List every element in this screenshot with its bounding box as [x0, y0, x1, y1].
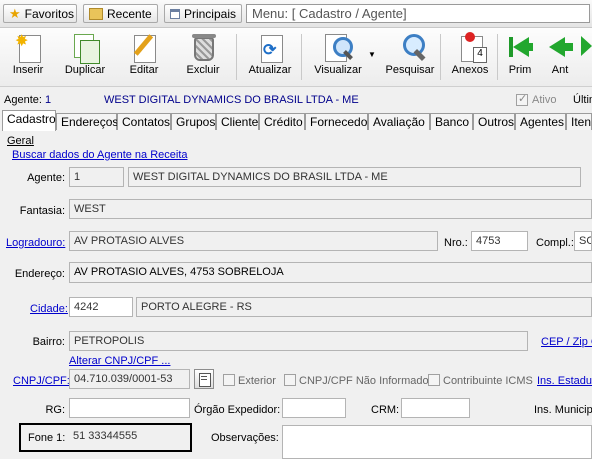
cnpj-nao-informado-label: CNPJ/CPF Não Informado [299, 375, 429, 387]
bairro-field[interactable]: PETROPOLIS [69, 331, 528, 351]
duplicar-button[interactable]: Duplicar [58, 31, 112, 83]
recente-button[interactable]: Recente [83, 4, 158, 23]
ativo-checkbox[interactable]: ✓ [516, 93, 528, 106]
tab-grupos[interactable]: Grupos [171, 113, 216, 130]
observacoes-label: Observações: [211, 432, 279, 444]
buscar-receita-link[interactable]: Buscar dados do Agente na Receita [12, 149, 188, 161]
endereco-field[interactable]: AV PROTASIO ALVES, 4753 SOBRELOJA [69, 262, 592, 283]
menu-path-field[interactable]: Menu: [ Cadastro / Agente] [246, 4, 590, 23]
attachment-pin-icon: 4 [453, 31, 487, 63]
contribuinte-icms-label: Contribuinte ICMS [443, 375, 533, 387]
visualizar-button[interactable]: Visualizar [309, 31, 367, 83]
edit-icon [127, 31, 161, 63]
favoritos-button[interactable]: ★ Favoritos [3, 4, 77, 23]
orgao-expedidor-label: Órgão Expedidor: [194, 404, 281, 416]
ins-municipal-label: Ins. Municipa [534, 404, 592, 416]
new-document-icon: ✸ [11, 31, 45, 63]
tab-agentes[interactable]: Agentes [515, 113, 566, 130]
agent-header-name: WEST DIGITAL DYNAMICS DO BRASIL LTDA - M… [104, 94, 359, 106]
geral-section-title: Geral [7, 135, 34, 147]
window-icon [170, 8, 180, 19]
tab-enderecos[interactable]: Endereços [56, 113, 118, 130]
fone1-label: Fone 1: [28, 432, 66, 444]
next-record-icon[interactable] [581, 36, 592, 58]
cnpj-lookup-button[interactable] [194, 369, 214, 389]
anexos-count-badge: 4 [473, 47, 487, 63]
magnifier-document-icon [321, 31, 355, 63]
observacoes-field[interactable] [282, 425, 592, 459]
tab-cadastro[interactable]: Cadastro [2, 110, 56, 131]
compl-field[interactable]: SO [574, 231, 592, 251]
tab-contatos[interactable]: Contatos [117, 113, 171, 130]
tab-banco[interactable]: Banco [430, 113, 473, 130]
agente-code-field[interactable]: 1 [69, 167, 124, 187]
nro-field[interactable]: 4753 [471, 231, 528, 251]
orgao-expedidor-field[interactable] [282, 398, 346, 418]
fantasia-field[interactable]: WEST [69, 199, 592, 219]
compl-label: Compl.: [536, 237, 574, 249]
crm-label: CRM: [371, 404, 400, 416]
agente-name-field[interactable]: WEST DIGITAL DYNAMICS DO BRASIL LTDA - M… [128, 167, 581, 187]
toolbar-separator [497, 34, 498, 80]
cep-link[interactable]: CEP / Zip C [541, 336, 592, 348]
visualizar-dropdown-arrow-icon[interactable]: ▼ [368, 50, 376, 59]
recent-folder-icon [89, 7, 103, 20]
rg-field[interactable] [69, 398, 190, 418]
tab-cliente[interactable]: Cliente [216, 113, 259, 130]
ins-estadual-link[interactable]: Ins. Estadu [537, 375, 592, 387]
tab-outros[interactable]: Outros [473, 113, 515, 130]
search-icon [393, 31, 427, 63]
endereco-label: Endereço: [14, 268, 65, 280]
tab-fornecedor[interactable]: Fornecedor [305, 113, 371, 130]
tab-itens[interactable]: Itens [566, 113, 592, 130]
nro-label: Nro.: [444, 237, 468, 249]
toolbar-separator [440, 34, 441, 80]
previous-record-icon [543, 31, 577, 63]
principais-button[interactable]: Principais [164, 4, 242, 23]
pesquisar-button[interactable]: Pesquisar [384, 31, 436, 83]
ant-button[interactable]: Ant [540, 31, 580, 83]
first-record-icon [503, 31, 537, 63]
fone1-field[interactable]: 51 33344555 [69, 427, 188, 447]
inserir-button[interactable]: ✸ Inserir [1, 31, 55, 83]
prim-button[interactable]: Prim [500, 31, 540, 83]
cnpj-link[interactable]: CNPJ/CPF: [13, 375, 70, 387]
ultim-label: Últim [573, 94, 592, 106]
bairro-label: Bairro: [32, 336, 65, 348]
refresh-icon: ⟳ [253, 31, 287, 63]
star-icon: ★ [9, 5, 21, 21]
rg-label: RG: [45, 404, 65, 416]
anexos-button[interactable]: 4 Anexos [444, 31, 496, 83]
tab-credito[interactable]: Crédito [259, 113, 305, 130]
crm-field[interactable] [401, 398, 470, 418]
duplicate-icon [68, 31, 102, 64]
toolbar-separator [301, 34, 302, 80]
ativo-label: Ativo [532, 94, 557, 106]
cnpj-field[interactable]: 04.710.039/0001-53 [69, 369, 190, 389]
logradouro-field[interactable]: AV PROTASIO ALVES [69, 231, 438, 251]
logradouro-link[interactable]: Logradouro: [6, 237, 65, 249]
fantasia-label: Fantasia: [19, 205, 65, 217]
trash-icon [186, 31, 220, 63]
excluir-button[interactable]: Excluir [176, 31, 230, 83]
cnpj-nao-informado-checkbox[interactable] [284, 374, 296, 386]
cidade-code-field[interactable]: 4242 [69, 297, 133, 317]
cidade-name-field[interactable]: PORTO ALEGRE - RS [136, 297, 592, 317]
toolbar-separator [236, 34, 237, 80]
alterar-cnpj-link[interactable]: Alterar CNPJ/CPF ... [69, 355, 170, 367]
exterior-label: Exterior [238, 375, 276, 387]
cidade-link[interactable]: Cidade: [30, 303, 68, 315]
agent-header-id: 1 [45, 94, 52, 106]
agent-header-label: Agente: [4, 94, 42, 106]
editar-button[interactable]: Editar [117, 31, 171, 83]
atualizar-button[interactable]: ⟳ Atualizar [243, 31, 297, 83]
exterior-checkbox[interactable] [223, 374, 235, 386]
tab-avaliacao[interactable]: Avaliação [368, 113, 430, 130]
contribuinte-icms-checkbox[interactable] [428, 374, 440, 386]
agente-label: Agente: [27, 172, 65, 184]
